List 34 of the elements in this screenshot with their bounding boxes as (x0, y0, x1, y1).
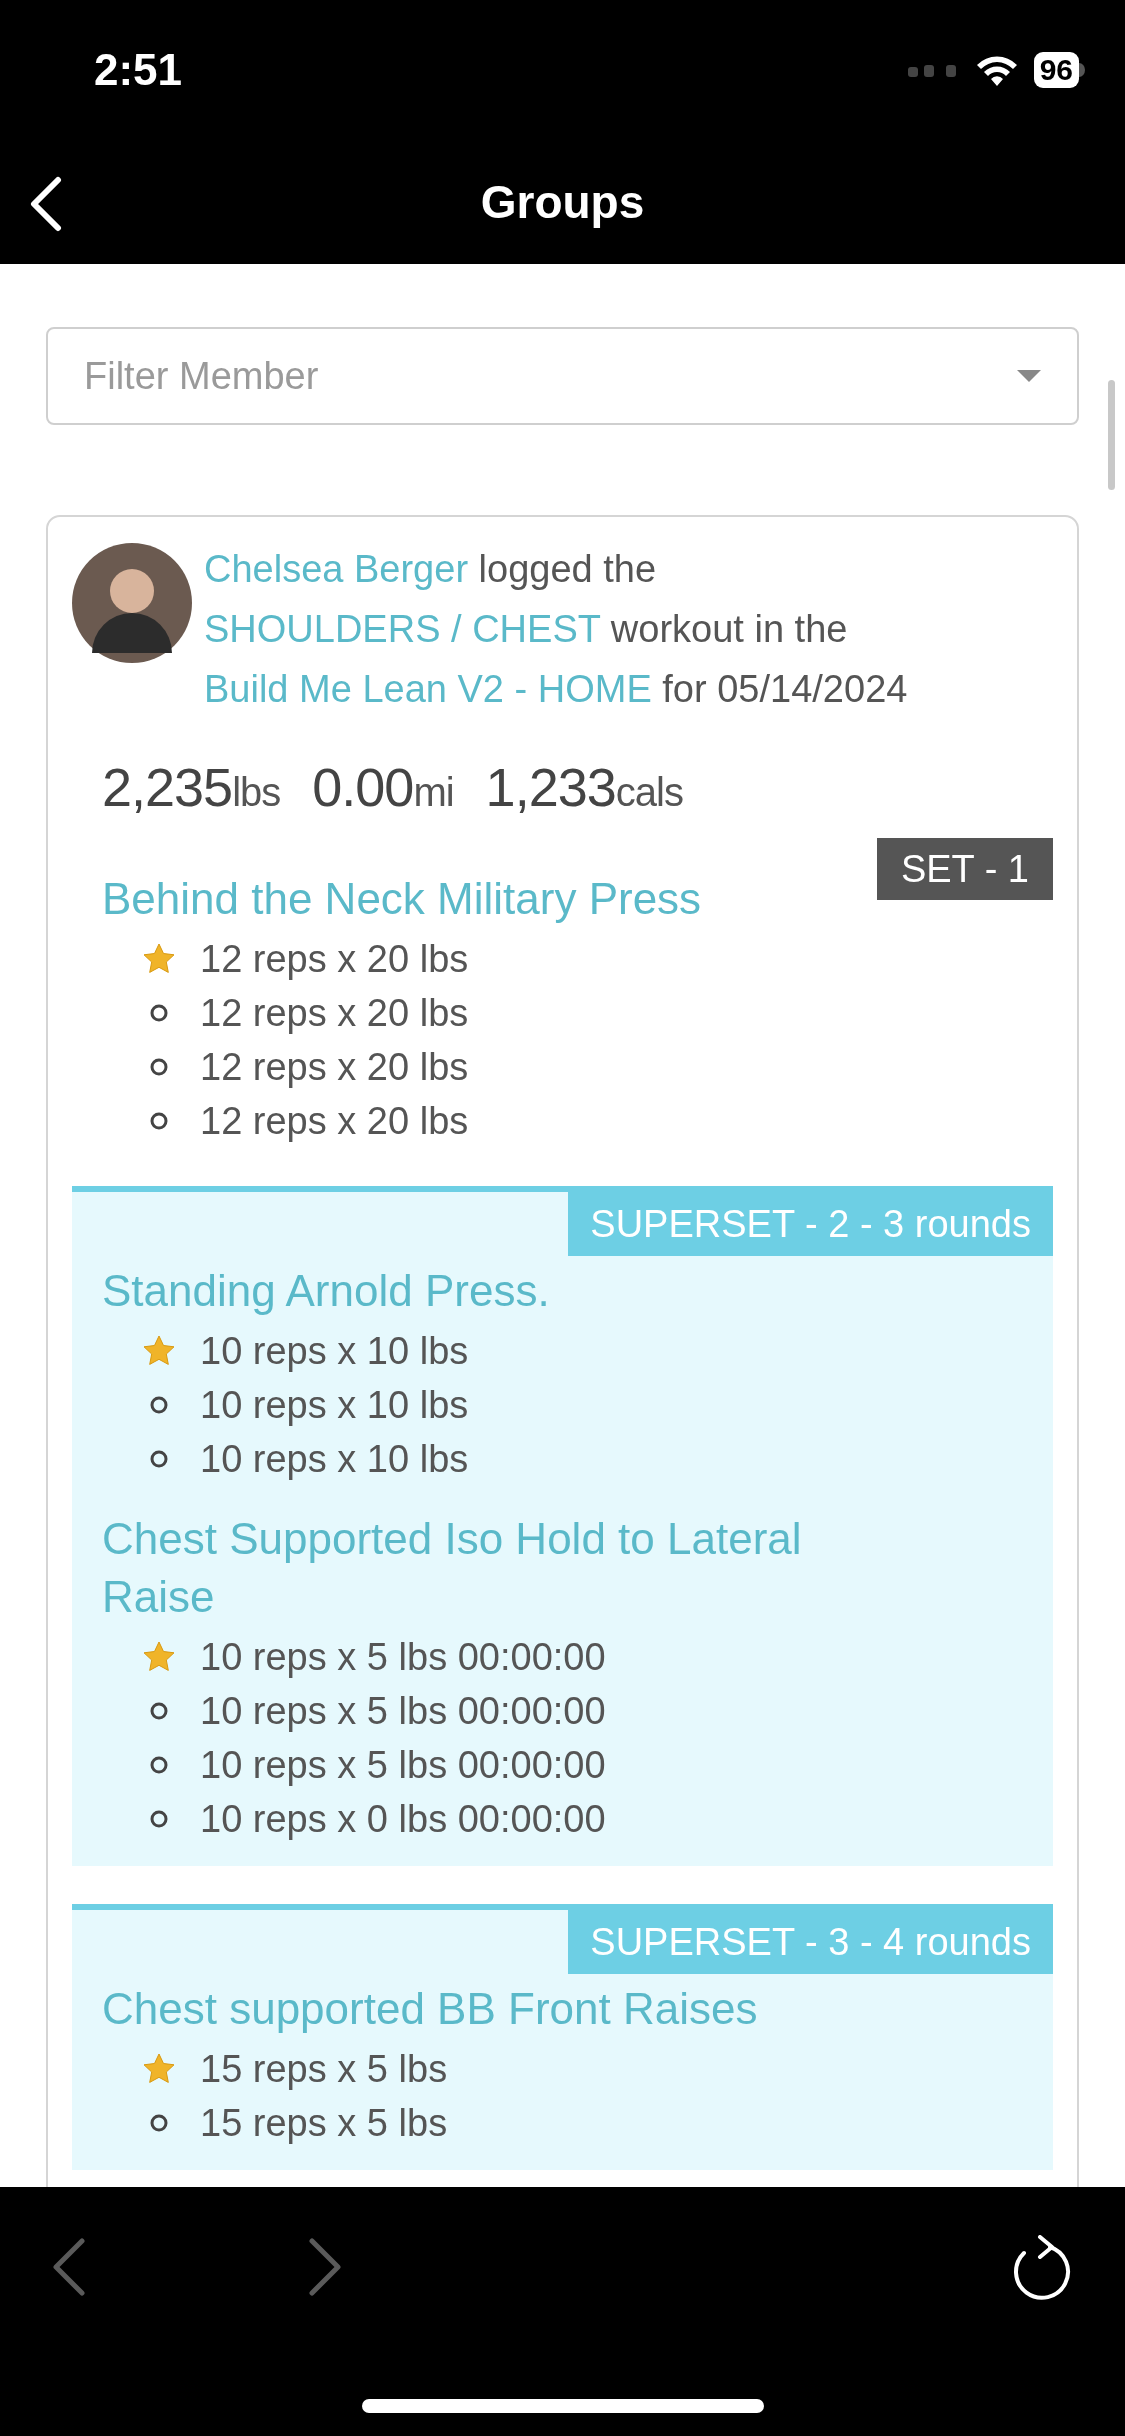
battery-tip-icon (1079, 63, 1085, 77)
exercise-title[interactable]: Chest Supported Iso Hold to Lateral Raise (102, 1510, 882, 1626)
set-detail: 12 reps x 20 lbs (200, 936, 469, 982)
set-label: SET - 1 (876, 838, 1053, 900)
set-detail: 10 reps x 10 lbs (200, 1328, 469, 1374)
set-detail: 15 reps x 5 lbs (200, 2046, 448, 2092)
status-time: 2:51 (94, 44, 183, 96)
set-detail: 10 reps x 5 lbs 00:00:00 (200, 1742, 606, 1788)
battery-level: 96 (1033, 52, 1079, 88)
superset-label: SUPERSET - 3 - 4 rounds (568, 1910, 1053, 1974)
set-detail: 10 reps x 5 lbs 00:00:00 (200, 1634, 606, 1680)
stat-value: 0.00mi (312, 756, 454, 819)
set-detail: 12 reps x 20 lbs (200, 990, 469, 1036)
activity-summary: Chelsea Berger logged the SHOULDERS / CHEST workout in the Build Me Lean V2 - HOME for 05/14/2024 (204, 547, 909, 712)
link[interactable]: SHOULDERS / CHEST (204, 608, 601, 650)
page-title: Groups (480, 174, 645, 230)
set-detail: 15 reps x 5 lbs (200, 2100, 448, 2146)
set-detail: 12 reps x 20 lbs (200, 1044, 469, 1090)
set-detail: 10 reps x 10 lbs (200, 1382, 469, 1428)
link[interactable]: Chelsea Berger (204, 548, 469, 590)
set-detail: 12 reps x 20 lbs (200, 1098, 469, 1144)
stat-value: 1,233cals (485, 756, 683, 819)
set-detail: 10 reps x 5 lbs 00:00:00 (200, 1688, 606, 1734)
exercise-title[interactable]: Behind the Neck Military Press (102, 870, 702, 928)
superset-label: SUPERSET - 2 - 3 rounds (568, 1192, 1053, 1256)
set-detail: 10 reps x 0 lbs 00:00:00 (200, 1796, 606, 1842)
stat-value: 2,235lbs (102, 756, 281, 819)
caret-icon (1017, 370, 1041, 382)
exercise-title[interactable]: Standing Arnold Press. (102, 1262, 550, 1320)
set-detail: 10 reps x 10 lbs (200, 1436, 469, 1482)
filter-dropdown[interactable]: Filter Member (46, 327, 1079, 425)
link[interactable]: Build Me Lean V2 - HOME (204, 668, 652, 710)
back-icon[interactable] (28, 176, 62, 232)
exercise-title[interactable]: Chest supported BB Front Raises (102, 1980, 758, 2038)
